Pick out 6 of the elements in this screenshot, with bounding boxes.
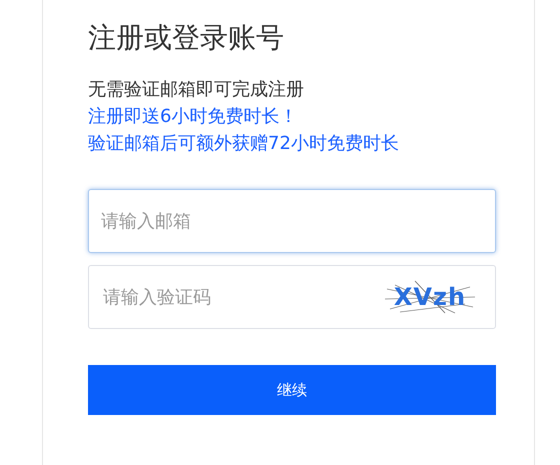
promo-text: 注册即送6小时免费时长！ [88, 105, 298, 129]
promo-text: 验证邮箱后可额外获赠72小时免费时长 [88, 132, 400, 156]
continue-button[interactable]: 继续 [88, 365, 496, 415]
form-title: 注册或登录账号 [88, 20, 285, 56]
info-text: 无需验证邮箱即可完成注册 [88, 78, 305, 102]
email-field[interactable]: 请输入邮箱 [88, 189, 496, 253]
